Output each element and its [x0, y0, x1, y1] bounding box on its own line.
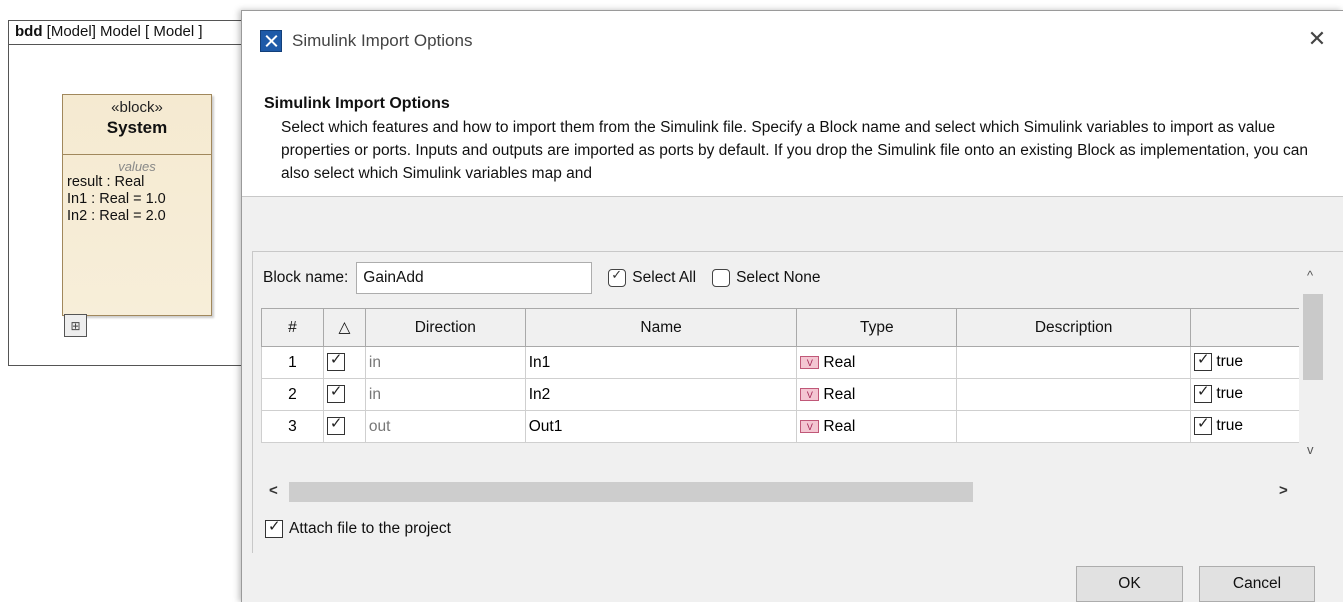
value-type-icon: V: [800, 419, 820, 433]
row-type-cell[interactable]: V Real: [796, 346, 958, 379]
block-structure-icon[interactable]: ⊞: [64, 314, 87, 337]
horizontal-scrollbar[interactable]: < >: [263, 480, 1299, 506]
table-row[interactable]: 3 out Out1 VReal true: [261, 410, 1301, 443]
scroll-down-arrow[interactable]: v: [1307, 442, 1314, 457]
block-header: «block» System: [63, 95, 211, 155]
select-all-button[interactable]: Select All: [608, 267, 697, 287]
select-all-label: Select All: [632, 269, 697, 286]
row-type-cell[interactable]: V Real: [796, 378, 958, 411]
row-checkbox-cell[interactable]: [322, 378, 366, 411]
block-name-input[interactable]: [356, 262, 593, 294]
column-header-description[interactable]: Description: [956, 308, 1192, 347]
attach-file-option[interactable]: Attach file to the project: [265, 517, 451, 538]
row-flag-cell[interactable]: true: [1190, 378, 1301, 411]
column-header-name[interactable]: Name: [524, 308, 798, 347]
variables-table-container: # △ Direction Name Type Description 1 in: [261, 308, 1301, 458]
row-direction[interactable]: out: [364, 410, 526, 443]
row-number: 2: [261, 378, 324, 411]
row-flag-checkbox[interactable]: [1194, 414, 1213, 436]
select-all-icon: [608, 267, 627, 287]
scroll-left-arrow[interactable]: <: [269, 482, 278, 499]
vertical-scrollbar[interactable]: ^ v: [1299, 264, 1327, 464]
header-title: Simulink Import Options: [264, 95, 450, 112]
row-flag-checkbox[interactable]: [1194, 382, 1213, 404]
row-include-checkbox[interactable]: [326, 350, 345, 372]
row-direction[interactable]: in: [364, 346, 526, 379]
select-none-icon: [712, 269, 731, 287]
column-header-sort[interactable]: △: [322, 308, 366, 347]
attach-file-label: Attach file to the project: [289, 520, 451, 537]
close-button[interactable]: ✕: [1305, 27, 1329, 51]
attach-file-checkbox[interactable]: [265, 517, 283, 538]
dialog-title: Simulink Import Options: [292, 31, 473, 50]
block-value-property: In1 : Real = 1.0: [67, 191, 166, 207]
system-block[interactable]: «block» System values result : Real In1 …: [62, 94, 212, 316]
row-flag-cell[interactable]: true: [1190, 410, 1301, 443]
block-value-property: In2 : Real = 2.0: [67, 208, 166, 224]
block-name: System: [106, 118, 168, 137]
vertical-scroll-thumb[interactable]: [1303, 294, 1323, 380]
block-name-label: Block name:: [263, 269, 349, 286]
row-number: 1: [261, 346, 324, 379]
header-description: Select which features and how to import …: [281, 119, 1309, 182]
dialog-titlebar[interactable]: Simulink Import Options ✕: [242, 11, 1343, 67]
block-value-property: result : Real: [67, 174, 145, 190]
block-stereotype: «block»: [111, 99, 163, 116]
select-none-label: Select None: [736, 269, 821, 286]
row-include-checkbox[interactable]: [326, 414, 345, 436]
row-name[interactable]: In2: [524, 378, 798, 411]
table-row[interactable]: 2 in In2 VReal true: [261, 378, 1301, 411]
select-none-button[interactable]: Select None: [712, 269, 821, 287]
scroll-right-arrow[interactable]: >: [1279, 482, 1288, 499]
simulink-import-dialog: Simulink Import Options ✕ Simulink Impor…: [241, 10, 1343, 602]
row-flag-label: true: [1216, 385, 1244, 403]
block-name-row: Block name: Select All Select None: [263, 262, 821, 294]
table-row[interactable]: 1 in In1 VReal true: [261, 346, 1301, 379]
row-flag-label: true: [1216, 417, 1244, 435]
column-header-type[interactable]: Type: [796, 308, 958, 347]
row-flag-label: true: [1216, 353, 1244, 371]
row-include-checkbox[interactable]: [326, 382, 345, 404]
row-flag-cell[interactable]: true: [1190, 346, 1301, 379]
row-type: Real: [823, 353, 856, 371]
ok-button[interactable]: OK: [1076, 566, 1183, 602]
row-type: Real: [823, 385, 856, 403]
value-type-icon: V: [800, 387, 820, 401]
row-description[interactable]: [956, 410, 1192, 443]
column-header-number[interactable]: #: [261, 308, 324, 347]
row-checkbox-cell[interactable]: [322, 346, 366, 379]
value-type-icon: V: [800, 355, 820, 369]
row-description[interactable]: [956, 346, 1192, 379]
simulink-app-icon: [260, 30, 282, 52]
row-name[interactable]: In1: [524, 346, 798, 379]
row-description[interactable]: [956, 378, 1192, 411]
horizontal-scroll-thumb[interactable]: [289, 482, 973, 502]
row-direction[interactable]: in: [364, 378, 526, 411]
row-flag-checkbox[interactable]: [1194, 350, 1213, 372]
diagram-kind: bdd: [15, 23, 43, 40]
values-compartment-title: values: [118, 159, 156, 174]
diagram-frame-label: bdd [Model] Model [ Model ]: [8, 20, 248, 45]
variables-table: # △ Direction Name Type Description 1 in: [261, 308, 1301, 443]
row-type: Real: [823, 417, 856, 435]
column-header-direction[interactable]: Direction: [364, 308, 526, 347]
column-header-extra[interactable]: [1190, 308, 1301, 347]
content-panel: Block name: Select All Select None # △: [252, 251, 1343, 553]
dialog-header-panel: Simulink Import Options Select which fea…: [242, 67, 1343, 197]
cancel-button[interactable]: Cancel: [1199, 566, 1315, 602]
row-type-cell[interactable]: V Real: [796, 410, 958, 443]
row-checkbox-cell[interactable]: [322, 410, 366, 443]
row-number: 3: [261, 410, 324, 443]
diagram-title: [Model] Model [ Model ]: [42, 23, 203, 40]
scroll-up-arrow[interactable]: ^: [1307, 268, 1313, 283]
row-name[interactable]: Out1: [524, 410, 798, 443]
